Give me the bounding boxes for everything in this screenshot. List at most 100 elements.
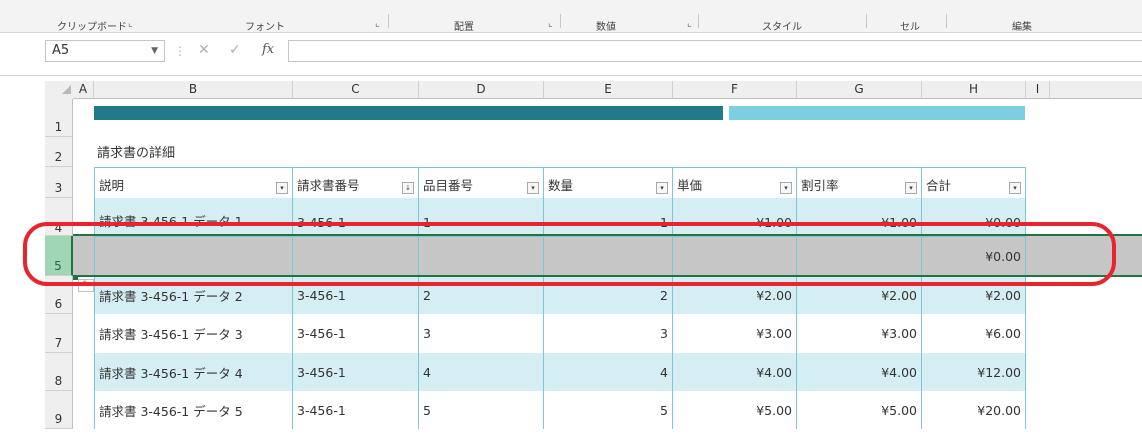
more-icon[interactable]: ⋮ [174, 44, 186, 58]
sort-ascending-icon[interactable]: ↓ [402, 182, 414, 194]
header-label: 請求書番号 [297, 178, 360, 193]
cell-discount[interactable]: ¥5.00 [797, 391, 922, 429]
cell-value: ¥2.00 [985, 287, 1021, 303]
header-label: 割引率 [801, 178, 839, 193]
cell-unit-price[interactable]: ¥3.00 [673, 314, 797, 353]
ribbon-group-cells: セル [900, 22, 920, 33]
header-cell-description[interactable]: 説明 ▾ [94, 167, 293, 198]
cell-unit-price[interactable]: ¥5.00 [673, 391, 797, 429]
cell-value: 2 [660, 287, 668, 303]
cell-value: ¥6.00 [985, 326, 1021, 341]
ribbon-separator [560, 14, 561, 28]
cell-description[interactable]: 請求書 3-456-1 データ 4 [94, 353, 293, 391]
row-header-1[interactable]: 1 [45, 99, 73, 137]
number-launcher-icon[interactable]: ⌞ [687, 18, 692, 29]
cell-description[interactable]: 請求書 3-456-1 データ 3 [94, 314, 293, 353]
sheet-title: 請求書の詳細 [97, 146, 176, 161]
header-cell-invoice-number[interactable]: 請求書番号 ↓ [293, 167, 419, 198]
ribbon-group-labels: クリップボード ⌞ フォント ⌞ 配置 ⌞ 数値 ⌞ スタイル セル 編集 [0, 0, 1142, 33]
cell-value: 5 [660, 402, 668, 418]
header-label: 単価 [677, 178, 703, 193]
row-header-3[interactable]: 3 [45, 167, 73, 198]
filter-dropdown-icon[interactable]: ▾ [1009, 182, 1021, 194]
column-header-i[interactable]: I [1026, 81, 1050, 99]
cell-total[interactable]: ¥12.00 [922, 353, 1026, 391]
cell-invoice-number[interactable]: 3-456-1 [293, 353, 419, 391]
column-header-c[interactable]: C [293, 81, 419, 99]
cell-discount[interactable]: ¥3.00 [797, 314, 922, 353]
ribbon-group-font: フォント [245, 22, 285, 33]
header-label: 説明 [99, 178, 125, 193]
column-header-f[interactable]: F [673, 81, 797, 99]
ribbon-group-clipboard: クリップボード [57, 22, 127, 33]
header-cell-unit-price[interactable]: 単価 ▾ [673, 167, 797, 198]
cancel-icon[interactable]: ✕ [198, 42, 210, 58]
name-box[interactable]: A5 ▼ [45, 40, 165, 62]
cell-value: 3-456-1 [297, 326, 346, 341]
cell-invoice-number[interactable]: 3-456-1 [293, 314, 419, 353]
row-header-7[interactable]: 7 [45, 314, 73, 353]
row-header-2[interactable]: 2 [45, 137, 73, 167]
cell-value: 5 [423, 402, 431, 418]
filter-dropdown-icon[interactable]: ▾ [527, 182, 539, 194]
cell-total[interactable]: ¥6.00 [922, 314, 1026, 353]
enter-icon[interactable]: ✓ [229, 42, 241, 58]
cell-total[interactable]: ¥20.00 [922, 391, 1026, 429]
header-cell-item-number[interactable]: 品目番号 ▾ [419, 167, 544, 198]
cell-value: ¥3.00 [881, 326, 917, 341]
filter-dropdown-icon[interactable]: ▾ [276, 182, 288, 194]
cell-value: 3 [423, 326, 431, 341]
formula-input[interactable] [288, 40, 1142, 62]
row-header-8[interactable]: 8 [45, 353, 73, 391]
cell-item-number[interactable]: 4 [419, 353, 544, 391]
column-header-b[interactable]: B [94, 81, 293, 99]
cell-invoice-number[interactable]: 3-456-1 [293, 391, 419, 429]
cell-quantity[interactable]: 4 [544, 353, 673, 391]
cell-quantity[interactable]: 3 [544, 314, 673, 353]
cell-value: 請求書 3-456-1 データ 2 [99, 288, 243, 304]
cell-value: ¥20.00 [977, 402, 1021, 418]
function-icon[interactable]: fx [262, 42, 274, 57]
alignment-launcher-icon[interactable]: ⌞ [548, 18, 553, 29]
cell-item-number[interactable]: 3 [419, 314, 544, 353]
header-cell-quantity[interactable]: 数量 ▾ [544, 167, 673, 198]
ribbon-separator [698, 14, 699, 28]
cell-value: 3-456-1 [297, 287, 346, 303]
highlight-annotation [23, 222, 1116, 286]
clipboard-launcher-icon[interactable]: ⌞ [128, 18, 133, 29]
column-header-d[interactable]: D [419, 81, 544, 99]
column-header-e[interactable]: E [544, 81, 673, 99]
filter-dropdown-icon[interactable]: ▾ [780, 182, 792, 194]
cell-value: 請求書 3-456-1 データ 5 [99, 403, 243, 419]
cell-discount[interactable]: ¥4.00 [797, 353, 922, 391]
header-label: 品目番号 [423, 178, 474, 193]
cell-description[interactable]: 請求書 3-456-1 データ 5 [94, 391, 293, 429]
header-bar-light [729, 106, 1025, 120]
cell-value: 4 [423, 364, 431, 380]
font-launcher-icon[interactable]: ⌞ [375, 18, 380, 29]
filter-dropdown-icon[interactable]: ▾ [656, 182, 668, 194]
cell-value: ¥5.00 [881, 402, 917, 418]
cell-value: ¥4.00 [756, 364, 792, 380]
cell-value: 4 [660, 364, 668, 380]
ribbon-group-styles: スタイル [762, 22, 802, 33]
row-header-9[interactable]: 9 [45, 391, 73, 429]
cell-value: ¥12.00 [977, 364, 1021, 380]
ribbon-group-number: 数値 [596, 22, 616, 33]
cell-unit-price[interactable]: ¥4.00 [673, 353, 797, 391]
select-all-icon [62, 85, 71, 94]
filter-dropdown-icon[interactable]: ▾ [905, 182, 917, 194]
column-header-h[interactable]: H [922, 81, 1026, 99]
cell-item-number[interactable]: 5 [419, 391, 544, 429]
cell-value: 3-456-1 [297, 364, 346, 380]
ribbon-separator [946, 14, 947, 28]
cell-value: 請求書 3-456-1 データ 3 [99, 327, 243, 342]
chevron-down-icon[interactable]: ▼ [151, 41, 158, 61]
column-header-a[interactable]: A [73, 81, 94, 99]
column-header-g[interactable]: G [797, 81, 922, 99]
formula-bar: A5 ▼ ⋮ ✕ ✓ fx [0, 33, 1142, 76]
header-cell-total[interactable]: 合計 ▾ [922, 167, 1026, 198]
cell-value: 2 [423, 287, 431, 303]
cell-quantity[interactable]: 5 [544, 391, 673, 429]
header-cell-discount[interactable]: 割引率 ▾ [797, 167, 922, 198]
